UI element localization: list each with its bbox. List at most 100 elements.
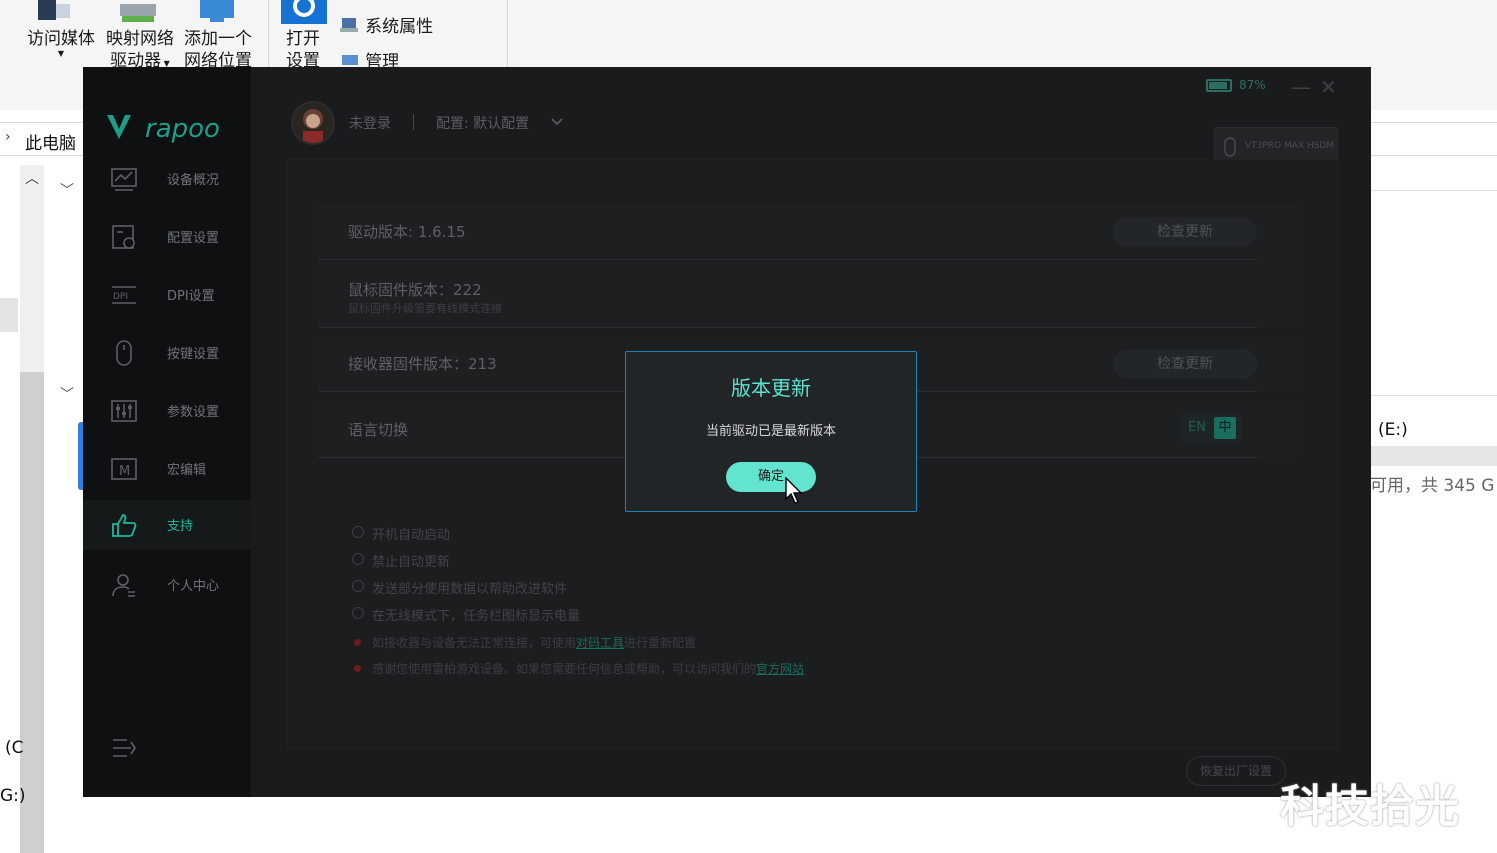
- radio-button[interactable]: [352, 607, 364, 619]
- mouse-firmware-note: 鼠标固件升级需要有线模式连接: [348, 302, 502, 315]
- lang-en-option[interactable]: EN: [1188, 420, 1206, 435]
- nav-label: 个人中心: [167, 579, 220, 594]
- nav-item-macro-editor[interactable]: M 宏编辑: [83, 444, 251, 494]
- battery-icon: [1206, 79, 1232, 92]
- nav-item-personal-center[interactable]: 个人中心: [83, 560, 251, 610]
- add-location-label-1: 添加一个: [184, 29, 252, 49]
- radio-button[interactable]: [352, 553, 364, 565]
- network-drive-icon: [120, 4, 156, 22]
- factory-reset-button[interactable]: 恢复出厂设置: [1186, 756, 1286, 786]
- check-update-button[interactable]: 检查更新: [1113, 217, 1257, 247]
- drive-e-label[interactable]: (E:): [1378, 420, 1408, 440]
- nav-item-device-overview[interactable]: 设备概况: [83, 154, 251, 204]
- ribbon-divider: [507, 0, 508, 70]
- map-drive-label-1: 映射网络: [106, 29, 174, 49]
- desktop: 访问媒体 ▼ 映射网络 驱动器 ▼ 添加一个 网络位置 打开 设置 系统属性 管…: [0, 0, 1497, 853]
- chart-icon: [111, 168, 137, 191]
- official-website-link[interactable]: 官方网站: [756, 662, 804, 676]
- divider: [1371, 190, 1497, 191]
- mouse-firmware-row: 鼠标固件版本：222 鼠标固件升级需要有线模式连接: [318, 262, 1298, 328]
- sliders-icon: [111, 400, 137, 422]
- nav-item-config-settings[interactable]: 配置设置: [83, 212, 251, 262]
- media-server-icon: [38, 0, 70, 20]
- system-properties-icon: [340, 17, 358, 32]
- divider: [1371, 395, 1497, 396]
- drive-label-partial: (C: [5, 738, 24, 758]
- nav-item-support[interactable]: 支持: [83, 500, 251, 550]
- nav-label: DPI设置: [167, 289, 215, 304]
- sidebar: rapoo 设备概况 配置设置 DPI DPI设置 按键设置 参数设置 M 宏编…: [83, 67, 251, 797]
- option-label: 禁止自动更新: [372, 555, 451, 570]
- svg-text:DPI: DPI: [113, 292, 128, 302]
- minimize-icon[interactable]: —: [1291, 73, 1311, 101]
- access-media-button[interactable]: 访问媒体 ▼: [24, 28, 98, 58]
- language-label: 语言切换: [348, 421, 409, 439]
- dialog-message: 当前驱动已是最新版本: [705, 424, 836, 439]
- pairing-tool-link[interactable]: 对码工具: [576, 636, 624, 650]
- driver-version-row: 驱动版本: 1.6.15 检查更新: [318, 204, 1298, 260]
- login-status[interactable]: 未登录: [349, 113, 391, 133]
- settings-gear-icon: [281, 0, 327, 24]
- open-settings-button[interactable]: 打开 设置: [282, 28, 324, 72]
- lang-zh-option[interactable]: 中: [1214, 417, 1236, 439]
- receiver-firmware-version: 接收器固件版本：213: [348, 355, 497, 373]
- update-dialog: 版本更新 当前驱动已是最新版本 确定: [625, 351, 917, 512]
- driver-version: 驱动版本: 1.6.15: [348, 223, 466, 241]
- chevron-right-icon: ›: [5, 129, 11, 145]
- nav-item-dpi-settings[interactable]: DPI DPI设置: [83, 270, 251, 320]
- address-path: 此电脑: [25, 134, 76, 154]
- avatar[interactable]: [291, 101, 335, 145]
- close-icon[interactable]: ✕: [1320, 73, 1337, 101]
- nav-label: 支持: [167, 519, 194, 534]
- user-icon: [112, 574, 135, 597]
- nav-label: 宏编辑: [167, 463, 207, 478]
- nav-item-button-settings[interactable]: 按键设置: [83, 328, 251, 378]
- bullet-icon: [354, 665, 361, 672]
- option-label: 发送部分使用数据以帮助改进软件: [372, 582, 568, 597]
- macro-icon: M: [111, 458, 137, 480]
- chevron-down-icon[interactable]: [550, 115, 564, 129]
- dpi-icon: DPI: [112, 286, 136, 304]
- nav-item-parameter-settings[interactable]: 参数设置: [83, 386, 251, 436]
- nav-selection-highlight: [0, 298, 18, 332]
- divider: [413, 114, 414, 130]
- note-text: 感谢您使用雷柏游戏设备。如果您需要任何信息或帮助，可以访问我们的: [372, 662, 757, 676]
- nav-label: 设备概况: [167, 173, 220, 188]
- watermark: 科技拾光: [1280, 781, 1460, 832]
- drive-free-space: 可用，共 345 G: [1370, 476, 1495, 496]
- mouse-icon: [1224, 137, 1236, 157]
- svg-text:rapoo: rapoo: [145, 114, 220, 144]
- radio-button[interactable]: [352, 580, 364, 592]
- system-properties-label: 系统属性: [365, 17, 434, 37]
- chevron-down-icon[interactable]: ﹀: [60, 384, 74, 404]
- dropdown-arrow-icon: ▼: [57, 49, 65, 58]
- thumbs-up-icon: [112, 514, 137, 537]
- system-properties-button[interactable]: 系统属性: [340, 12, 434, 37]
- device-name: VT3PRO MAX HSDM: [1245, 141, 1335, 151]
- drive-usage-bar: [1371, 446, 1497, 466]
- note-text: 进行重新配置: [624, 636, 697, 650]
- collapse-menu-icon[interactable]: [111, 737, 137, 759]
- mouse-icon: [116, 340, 132, 366]
- option-label: 开机自动启动: [372, 528, 451, 543]
- chevron-down-icon[interactable]: ﹀: [60, 180, 74, 200]
- battery-level: 87%: [1239, 78, 1266, 92]
- mouse-cursor-icon: [785, 477, 803, 504]
- drive-label-partial: G:): [0, 786, 26, 806]
- scroll-up-icon[interactable]: ︿: [25, 168, 39, 188]
- ribbon-divider: [268, 0, 269, 70]
- option-label: 在无线模式下，任务栏图标显示电量: [372, 609, 581, 624]
- language-toggle[interactable]: EN 中: [1180, 414, 1242, 442]
- radio-button[interactable]: [352, 526, 364, 538]
- nav-label: 配置设置: [167, 231, 220, 246]
- add-network-location-button[interactable]: 添加一个 网络位置: [181, 28, 255, 72]
- dialog-title: 版本更新: [731, 376, 811, 400]
- nav-scrollbar-thumb[interactable]: [20, 372, 44, 853]
- config-icon: [112, 225, 135, 249]
- check-update-button[interactable]: 检查更新: [1113, 349, 1257, 379]
- avatar-face-icon: [303, 109, 323, 143]
- header: 未登录 配置: 默认配置: [291, 101, 891, 145]
- bullet-icon: [354, 639, 361, 646]
- config-selector[interactable]: 配置: 默认配置: [436, 113, 529, 133]
- rapoo-logo-icon: rapoo: [107, 114, 220, 144]
